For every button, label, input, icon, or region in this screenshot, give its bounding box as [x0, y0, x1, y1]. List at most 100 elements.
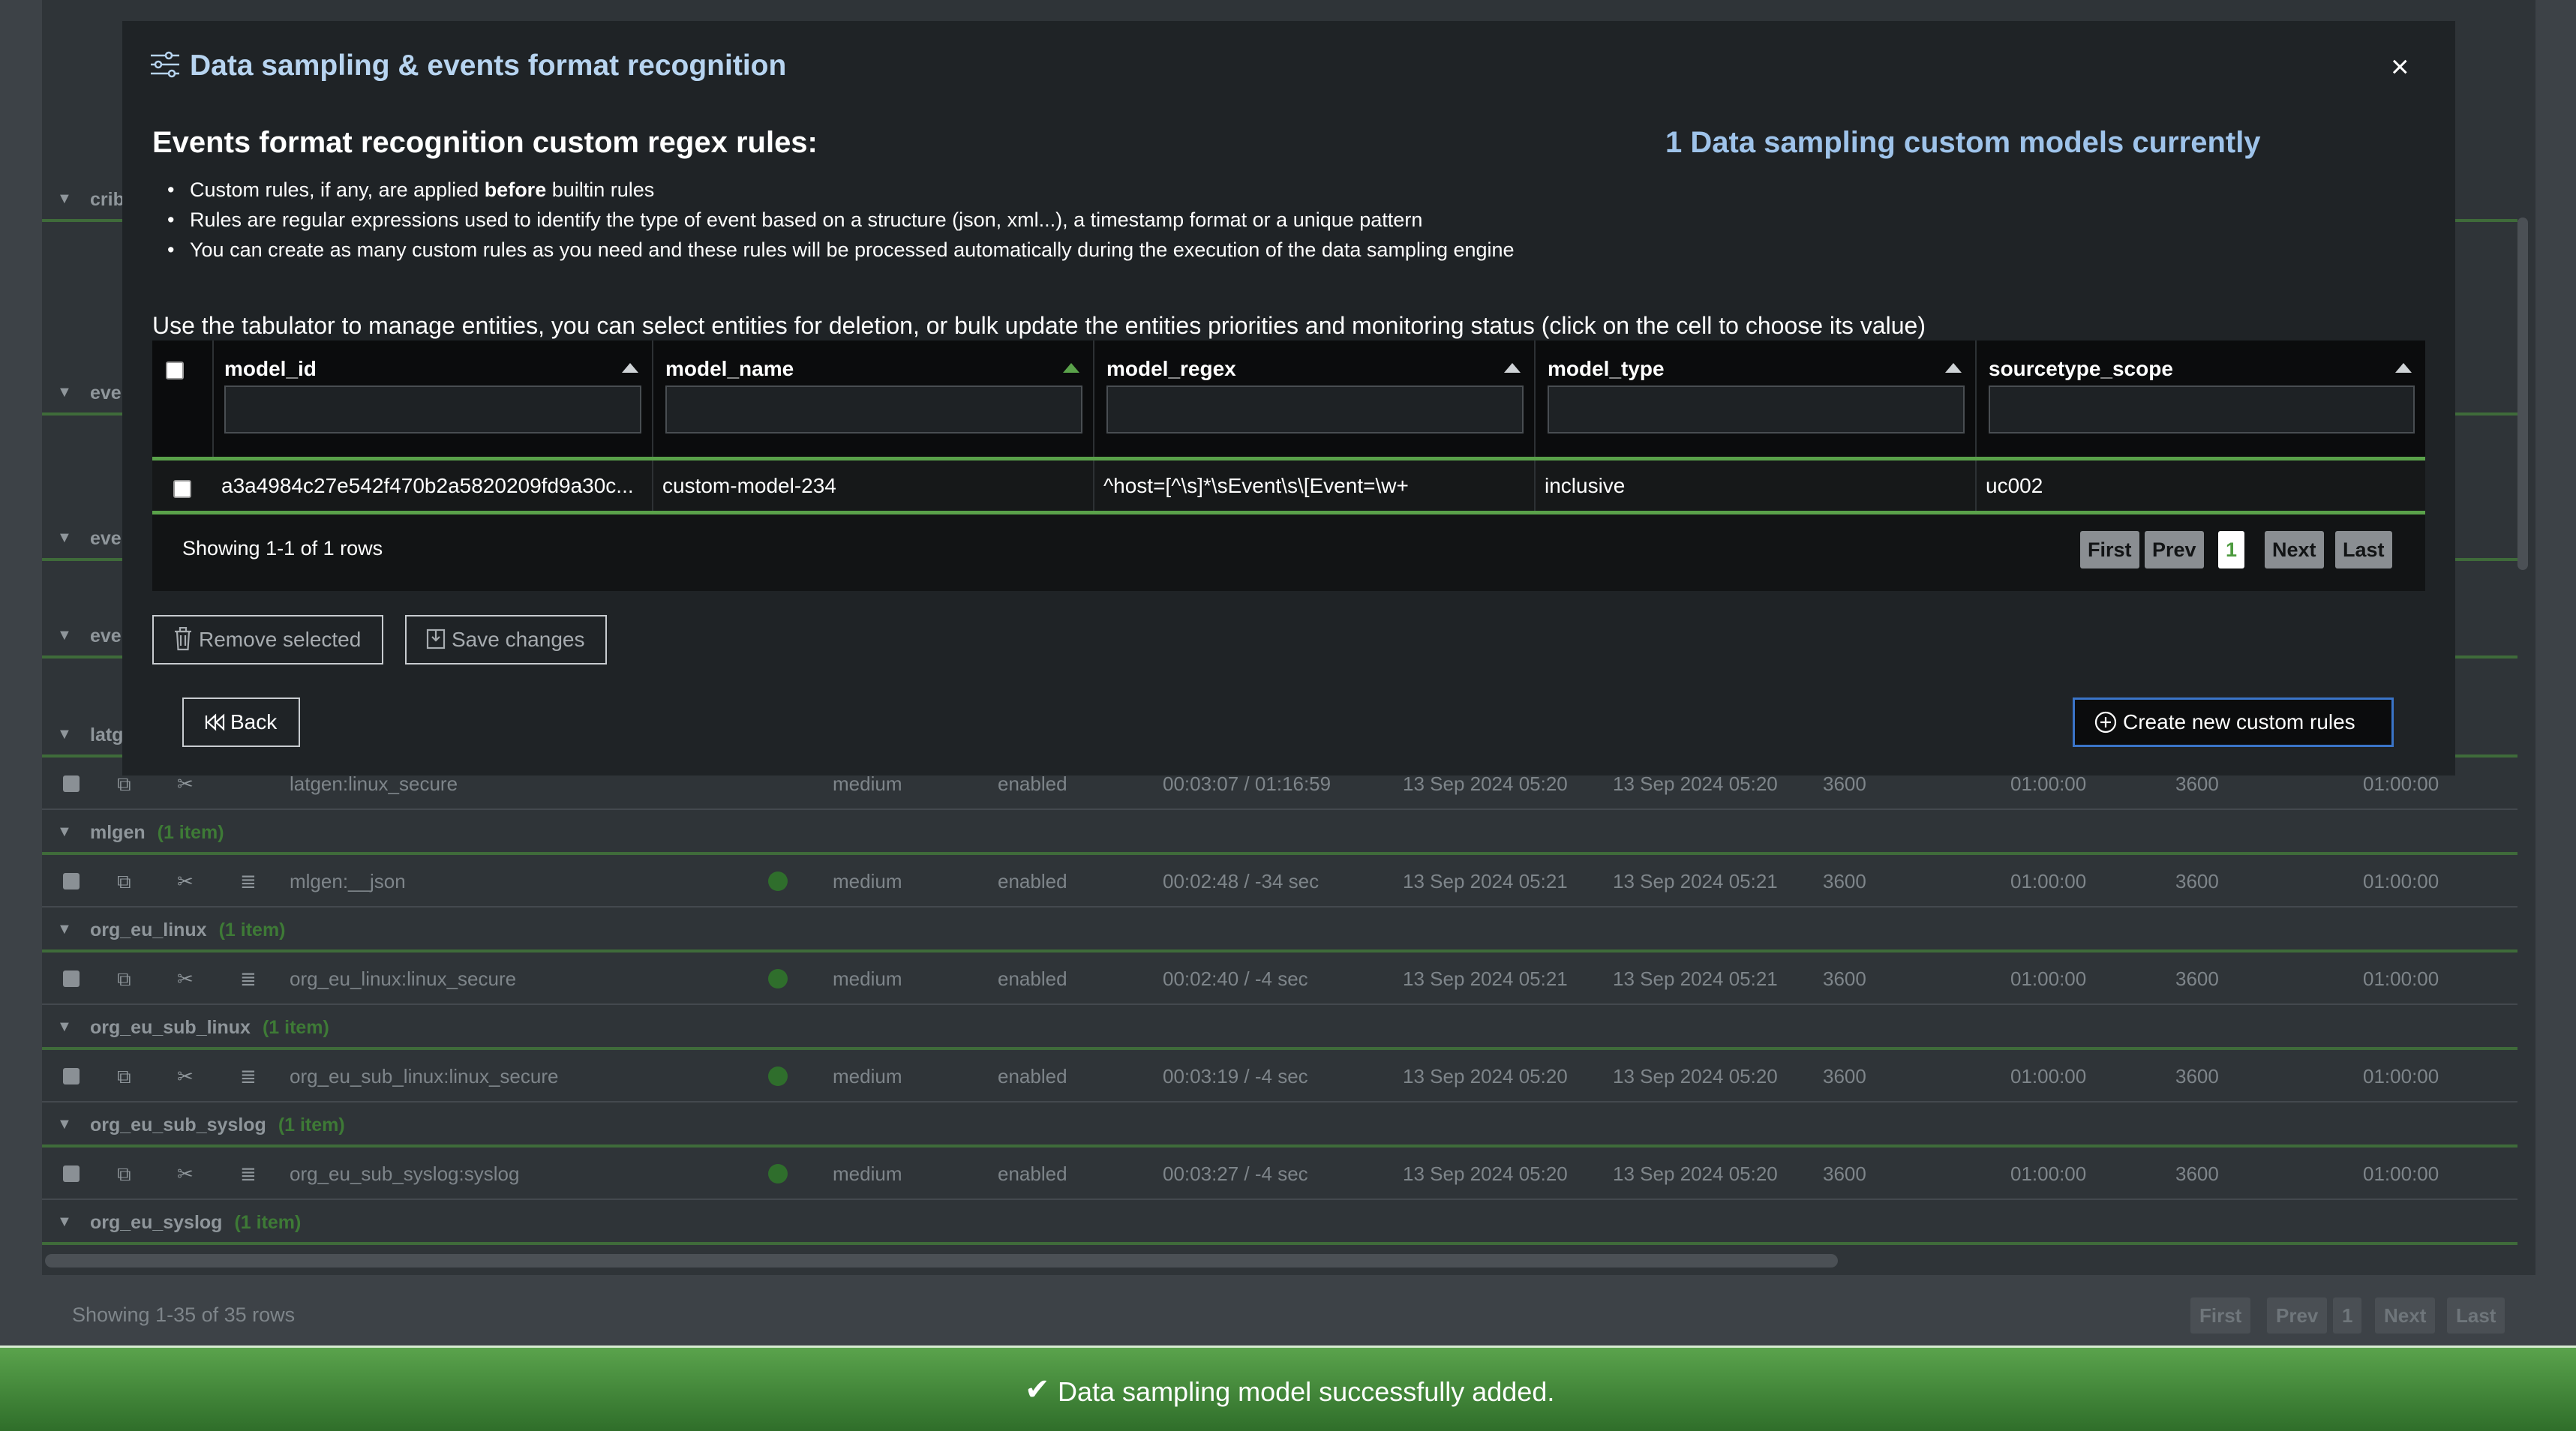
save-changes-button[interactable]: Save changes: [405, 615, 608, 664]
table-row[interactable]: ⧉ ✂ ≣ org_eu_linux:linux_secure medium e…: [42, 952, 2517, 1005]
database-icon[interactable]: ≣: [240, 870, 257, 893]
row-latency: 00:02:48 / -34 sec: [1163, 870, 1320, 892]
database-icon[interactable]: ≣: [240, 1162, 257, 1186]
sort-arrow-icon[interactable]: [622, 363, 638, 373]
filter-input-model-name[interactable]: [665, 386, 1082, 434]
tools-icon[interactable]: ✂: [177, 772, 194, 796]
bg-next-page-button[interactable]: Next: [2375, 1298, 2436, 1334]
row-value: 01:00:00: [2010, 772, 2087, 795]
row-latency: 00:03:19 / -4 sec: [1163, 1065, 1308, 1088]
tools-icon[interactable]: ✂: [177, 870, 194, 893]
models-count: 1 Data sampling custom models currently: [1665, 126, 2261, 159]
filter-input-model-type[interactable]: [1548, 386, 1965, 434]
column-header-model-regex[interactable]: model_regex: [1094, 340, 1536, 457]
row-value: 3600: [2175, 1162, 2219, 1185]
filter-input-sourcetype-scope[interactable]: [1989, 386, 2415, 434]
row-state: enabled: [998, 772, 1067, 795]
current-page-button[interactable]: 1: [2218, 531, 2245, 568]
group-name: latg: [90, 724, 124, 746]
row-first-time: 13 Sep 2024 05:21: [1403, 968, 1568, 990]
cell-model-type[interactable]: inclusive: [1536, 460, 1977, 511]
group-header[interactable]: ▼ org_eu_linux (1 item): [42, 908, 2517, 952]
group-header[interactable]: ▼ org_eu_sub_syslog (1 item): [42, 1102, 2517, 1148]
success-toast: ✔ Data sampling model successfully added…: [0, 1346, 2576, 1431]
group-name: org_eu_sub_linux (1 item): [90, 1017, 329, 1038]
button-label: Create new custom rules: [2123, 710, 2355, 734]
chevron-down-icon: ▼: [57, 921, 72, 938]
row-latency: 00:03:07 / 01:16:59: [1163, 772, 1332, 795]
group-header[interactable]: ▼ mlgen (1 item): [42, 810, 2517, 855]
table-row[interactable]: ⧉ ✂ ≣ mlgen:__json medium enabled 00:02:…: [42, 855, 2517, 908]
tools-icon[interactable]: ✂: [177, 1162, 194, 1186]
last-page-button[interactable]: Last: [2335, 531, 2392, 568]
prev-page-button[interactable]: Prev: [2145, 531, 2204, 568]
chevron-down-icon: ▼: [57, 1018, 72, 1035]
bg-current-page-button[interactable]: 1: [2333, 1298, 2362, 1334]
filter-input-model-regex[interactable]: [1106, 386, 1524, 434]
column-header-sourcetype-scope[interactable]: sourcetype_scope: [1977, 340, 2425, 457]
cell-model-id[interactable]: a3a4984c27e542f470b2a5820209fd9a30c...: [212, 460, 653, 511]
row-value: 3600: [1823, 1162, 1866, 1185]
group-name: mlgen (1 item): [90, 822, 224, 843]
rewind-icon: [205, 713, 225, 731]
filter-input-model-id[interactable]: [224, 386, 641, 434]
cell-text: custom-model-234: [662, 474, 836, 497]
trash-icon: [175, 627, 191, 651]
column-header-model-name[interactable]: model_name: [653, 340, 1094, 457]
sort-arrow-icon[interactable]: [2395, 363, 2412, 373]
cell-model-name[interactable]: custom-model-234: [653, 460, 1094, 511]
vertical-scrollbar[interactable]: [2517, 218, 2528, 570]
select-all-checkbox[interactable]: [166, 362, 184, 380]
row-last-time: 13 Sep 2024 05:20: [1613, 1162, 1778, 1185]
back-button[interactable]: Back: [182, 698, 300, 747]
tools-icon[interactable]: ✂: [177, 1065, 194, 1088]
table-row[interactable]: ⧉ ✂ ≣ org_eu_sub_syslog:syslog medium en…: [42, 1148, 2517, 1200]
remove-selected-button[interactable]: Remove selected: [152, 615, 384, 664]
row-checkbox[interactable]: [63, 1166, 80, 1182]
create-custom-rules-button[interactable]: Create new custom rules: [2073, 698, 2394, 747]
next-page-button[interactable]: Next: [2265, 531, 2324, 568]
chevron-down-icon: ▼: [57, 1214, 72, 1230]
plus-circle-icon: [2094, 711, 2117, 734]
status-dot: [768, 969, 788, 988]
close-icon[interactable]: ×: [2391, 51, 2409, 82]
cell-model-regex[interactable]: ^host=[^\s]*\sEvent\s\[Event=\w+: [1094, 460, 1536, 511]
group-name: eve: [90, 382, 122, 404]
status-dot: [768, 1066, 788, 1086]
chevron-down-icon: ▼: [57, 530, 72, 546]
database-icon[interactable]: ≣: [240, 1065, 257, 1088]
group-name: org_eu_linux (1 item): [90, 920, 286, 940]
tools-icon[interactable]: ✂: [177, 968, 194, 991]
first-page-button[interactable]: First: [2080, 531, 2139, 568]
group-header[interactable]: ▼ org_eu_syslog (1 item): [42, 1200, 2517, 1245]
check-icon: ✔: [1025, 1373, 1050, 1406]
sort-arrow-icon[interactable]: [1945, 363, 1962, 373]
horizontal-scrollbar[interactable]: [45, 1254, 1838, 1268]
cell-sourcetype-scope[interactable]: uc002: [1977, 460, 2425, 511]
bg-prev-page-button[interactable]: Prev: [2267, 1298, 2328, 1334]
sort-arrow-icon[interactable]: [1063, 363, 1079, 373]
column-header-model-type[interactable]: model_type: [1536, 340, 1977, 457]
table-row[interactable]: a3a4984c27e542f470b2a5820209fd9a30c... c…: [152, 460, 2425, 514]
table-row[interactable]: ⧉ ✂ ≣ org_eu_sub_linux:linux_secure medi…: [42, 1050, 2517, 1102]
external-link-icon[interactable]: ⧉: [117, 772, 131, 796]
external-link-icon[interactable]: ⧉: [117, 1162, 131, 1186]
row-checkbox[interactable]: [63, 1068, 80, 1084]
sort-arrow-icon[interactable]: [1504, 363, 1521, 373]
row-name: org_eu_linux:linux_secure: [290, 968, 517, 990]
column-header-model-id[interactable]: model_id: [212, 340, 653, 457]
external-link-icon[interactable]: ⧉: [117, 870, 131, 894]
button-label: Save changes: [452, 628, 585, 651]
row-checkbox[interactable]: [173, 480, 191, 498]
external-link-icon[interactable]: ⧉: [117, 1065, 131, 1089]
rules-info-list: Custom rules, if any, are applied before…: [152, 175, 2253, 265]
database-icon[interactable]: ≣: [240, 968, 257, 991]
bg-first-page-button[interactable]: First: [2190, 1298, 2251, 1334]
external-link-icon[interactable]: ⧉: [117, 968, 131, 992]
row-checkbox[interactable]: [63, 873, 80, 890]
group-header[interactable]: ▼ org_eu_sub_linux (1 item): [42, 1005, 2517, 1050]
toast-message: Data sampling model successfully added.: [1058, 1376, 1555, 1407]
row-checkbox[interactable]: [63, 970, 80, 987]
row-checkbox[interactable]: [63, 776, 80, 792]
bg-last-page-button[interactable]: Last: [2447, 1298, 2505, 1334]
